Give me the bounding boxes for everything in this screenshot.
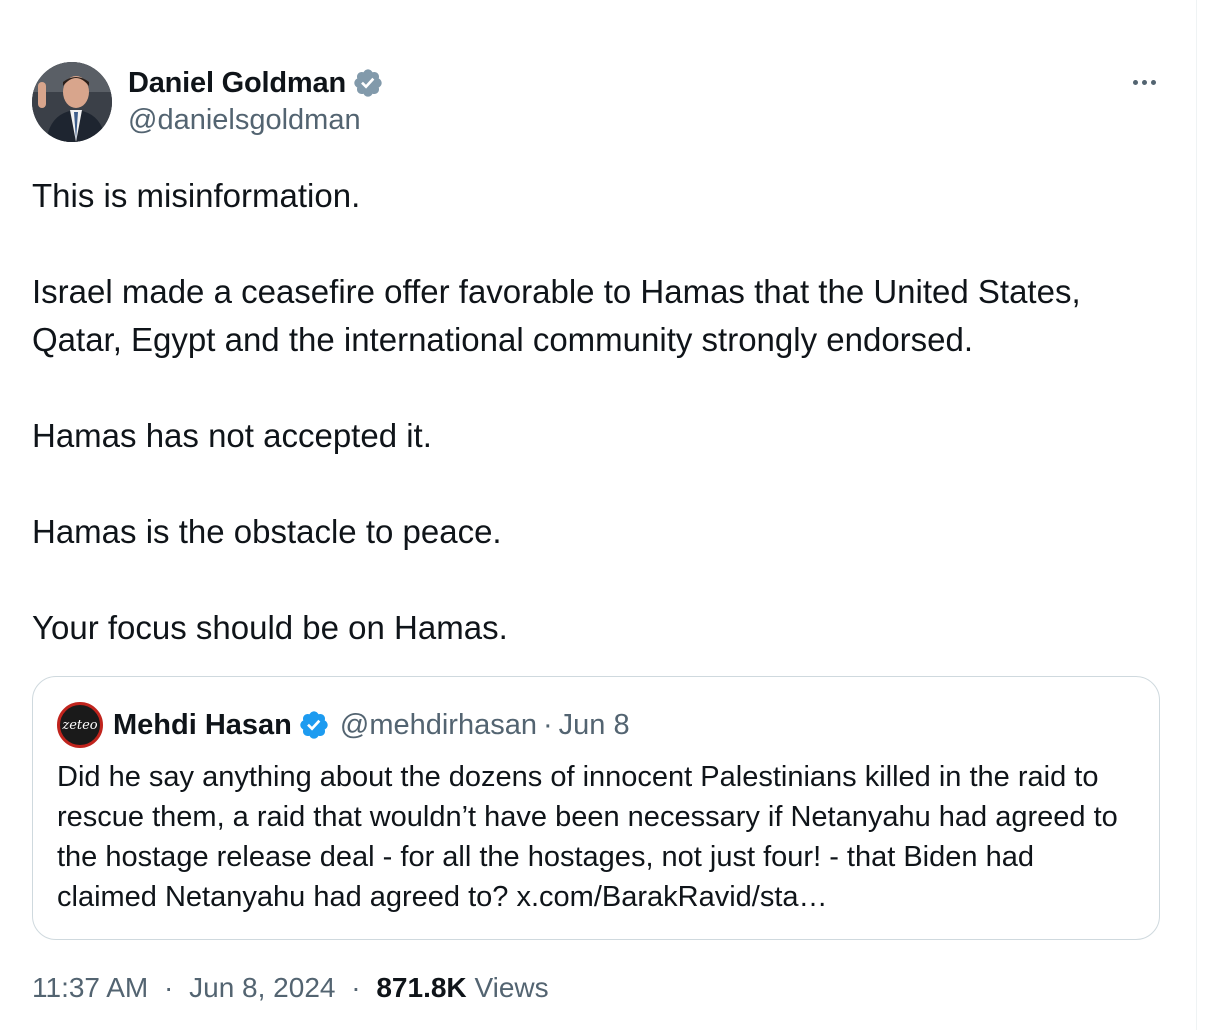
author-display-name[interactable]: Daniel Goldman (128, 67, 346, 100)
more-options-icon[interactable] (1124, 66, 1164, 98)
meta-separator: · (164, 972, 174, 1003)
author-avatar[interactable] (32, 62, 112, 142)
more-dot-icon (1141, 79, 1147, 85)
more-dot-icon (1150, 79, 1156, 85)
quoted-author-avatar[interactable]: zeteo (57, 702, 103, 748)
quoted-tweet[interactable]: zeteo Mehdi Hasan @mehdirhasan · Jun 8 D… (32, 676, 1160, 940)
timeline-border (1196, 0, 1197, 1030)
tweet-time[interactable]: 11:37 AM (32, 972, 148, 1003)
quoted-author-name[interactable]: Mehdi Hasan (113, 709, 292, 742)
tweet-paragraph: Israel made a ceasefire offer favorable … (32, 273, 1090, 358)
tweet-paragraph: This is misinformation. (32, 177, 361, 214)
tweet-paragraph: Hamas has not accepted it. (32, 417, 432, 454)
quoted-tweet-header: zeteo Mehdi Hasan @mehdirhasan · Jun 8 (57, 702, 630, 748)
tweet-paragraph: Your focus should be on Hamas. (32, 609, 508, 646)
author-info: Daniel Goldman @danielsgoldman (128, 64, 384, 137)
quoted-tweet-date[interactable]: Jun 8 (559, 709, 630, 742)
tweet-paragraph: Hamas is the obstacle to peace. (32, 513, 502, 550)
tweet-date[interactable]: Jun 8, 2024 (189, 972, 335, 1003)
author-handle[interactable]: @danielsgoldman (128, 104, 384, 137)
views-count: 871.8K (376, 972, 467, 1003)
verified-badge-icon (298, 709, 330, 741)
tweet-metadata: 11:37 AM · Jun 8, 2024 · 871.8K Views (32, 972, 549, 1004)
verified-badge-icon[interactable] (352, 67, 384, 99)
quoted-separator: · (542, 708, 553, 741)
avatar-photo (32, 62, 112, 142)
more-dot-icon (1132, 79, 1138, 85)
meta-separator: · (351, 972, 361, 1003)
views-label: Views (474, 972, 549, 1003)
tweet-text: This is misinformation. Israel made a ce… (32, 172, 1162, 652)
quoted-tweet-text: Did he say anything about the dozens of … (57, 761, 1118, 913)
quoted-author-handle[interactable]: @mehdirhasan (340, 709, 537, 742)
